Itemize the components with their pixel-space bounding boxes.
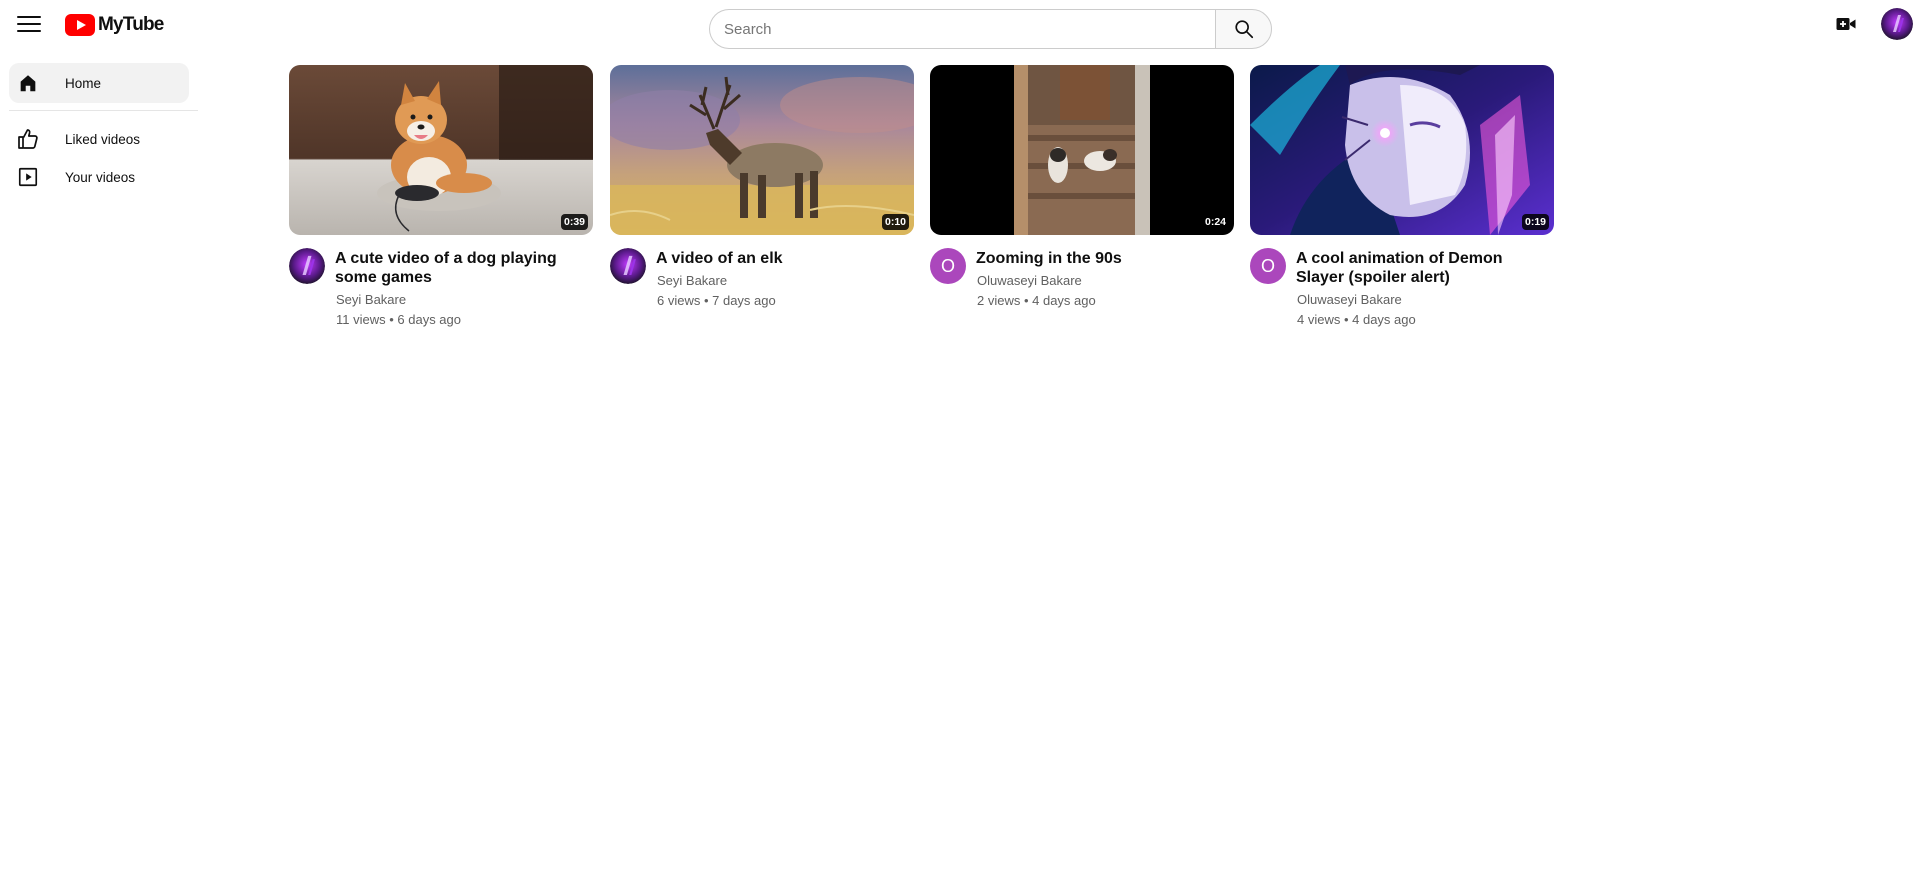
channel-avatar[interactable] xyxy=(289,248,325,284)
sidebar-item-label: Home xyxy=(65,75,102,91)
top-bar: MyTube xyxy=(0,0,1920,56)
dog-thumbnail-image xyxy=(289,65,593,235)
account-avatar[interactable] xyxy=(1881,8,1913,40)
video-card[interactable]: 0:19 O A cool animation of Demon Slayer … xyxy=(1250,65,1554,335)
channel-name[interactable]: Seyi Bakare xyxy=(657,273,727,288)
search-bar xyxy=(709,9,1272,49)
channel-avatar[interactable]: O xyxy=(930,248,966,284)
video-title[interactable]: A video of an elk xyxy=(656,249,914,268)
video-thumbnail[interactable]: 0:39 xyxy=(289,65,593,235)
sidebar-item-your-videos[interactable]: Your videos xyxy=(9,157,189,197)
avatar-image xyxy=(1881,8,1913,40)
video-thumbnail[interactable]: 0:24 xyxy=(930,65,1234,235)
create-video-button[interactable] xyxy=(1834,14,1858,34)
video-thumbnail[interactable]: 0:19 xyxy=(1250,65,1554,235)
video-duration: 0:39 xyxy=(560,214,588,230)
video-thumbnail[interactable]: 0:10 xyxy=(610,65,914,235)
channel-name[interactable]: Oluwaseyi Bakare xyxy=(1297,292,1402,307)
menu-icon[interactable] xyxy=(14,12,44,36)
elk-thumbnail-image xyxy=(610,65,914,235)
video-title[interactable]: A cute video of a dog playing some games xyxy=(335,249,593,287)
sidebar-item-liked-videos[interactable]: Liked videos xyxy=(9,119,189,159)
video-duration: 0:24 xyxy=(1201,214,1229,230)
home-icon xyxy=(16,71,40,95)
sidebar-divider xyxy=(9,110,198,111)
video-stats: 4 views • 4 days ago xyxy=(1297,312,1416,327)
video-meta: O Zooming in the 90s Oluwaseyi Bakare 2 … xyxy=(930,235,1234,335)
thumbs-up-icon xyxy=(16,127,40,151)
channel-avatar[interactable]: O xyxy=(1250,248,1286,284)
sidebar-item-label: Liked videos xyxy=(65,131,141,147)
video-card[interactable]: 0:24 O Zooming in the 90s Oluwaseyi Baka… xyxy=(930,65,1234,335)
cats-thumbnail-image xyxy=(930,65,1234,235)
video-meta: O A cool animation of Demon Slayer (spoi… xyxy=(1250,235,1554,335)
search-button[interactable] xyxy=(1215,9,1272,49)
search-input[interactable] xyxy=(709,9,1215,49)
logo[interactable]: MyTube xyxy=(65,13,164,37)
play-square-icon xyxy=(16,165,40,189)
video-stats: 2 views • 4 days ago xyxy=(977,293,1096,308)
search-icon xyxy=(1234,20,1253,39)
video-title[interactable]: Zooming in the 90s xyxy=(976,249,1234,268)
video-card[interactable]: 0:39 A cute video of a dog playing some … xyxy=(289,65,593,335)
play-logo-icon xyxy=(65,14,95,36)
video-stats: 6 views • 7 days ago xyxy=(657,293,776,308)
video-stats: 11 views • 6 days ago xyxy=(336,312,461,327)
video-title[interactable]: A cool animation of Demon Slayer (spoile… xyxy=(1296,249,1554,287)
video-duration: 0:19 xyxy=(1521,214,1549,230)
logo-text: MyTube xyxy=(98,14,164,35)
video-duration: 0:10 xyxy=(881,214,909,230)
anime-thumbnail-image xyxy=(1250,65,1554,235)
video-meta: A video of an elk Seyi Bakare 6 views • … xyxy=(610,235,914,335)
sidebar-item-home[interactable]: Home xyxy=(9,63,189,103)
sidebar-item-label: Your videos xyxy=(65,169,136,185)
video-meta: A cute video of a dog playing some games… xyxy=(289,235,593,335)
video-camera-add-icon xyxy=(1836,18,1856,30)
channel-avatar[interactable] xyxy=(610,248,646,284)
video-card[interactable]: 0:10 A video of an elk Seyi Bakare 6 vie… xyxy=(610,65,914,335)
channel-name[interactable]: Seyi Bakare xyxy=(336,292,406,307)
channel-name[interactable]: Oluwaseyi Bakare xyxy=(977,273,1082,288)
